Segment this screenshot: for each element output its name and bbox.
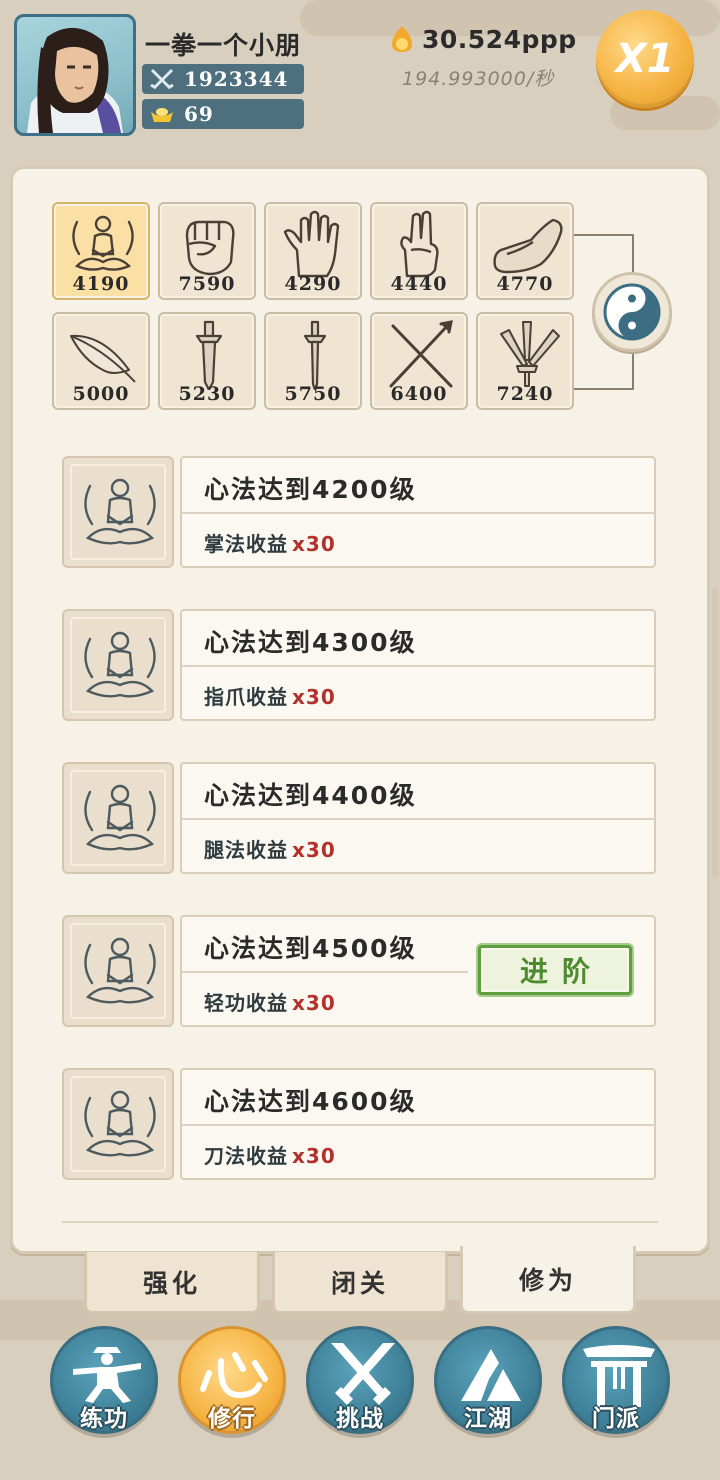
skill-level: 5000 <box>72 383 130 405</box>
milestone-card: 心法达到4600级 刀法收益 x30 <box>180 1068 656 1180</box>
speed-multiplier-button[interactable]: X1 <box>596 10 694 108</box>
skill-level: 5230 <box>178 383 236 405</box>
ingot-value: 69 <box>184 102 214 126</box>
scrollbar[interactable] <box>712 588 718 878</box>
milestone-title: 心法达到4400级 <box>204 781 417 810</box>
milestone-icon-frame <box>62 609 174 721</box>
skill-slot-shoe[interactable]: 4770 <box>476 202 574 300</box>
gold-coin-icon <box>392 26 412 52</box>
gold-value: 30.524ppp <box>422 24 577 54</box>
skill-slot-palm[interactable]: 4290 <box>264 202 362 300</box>
palm-icon <box>283 210 340 278</box>
milestone-icon-frame <box>62 456 174 568</box>
milestone-row: 心法达到4500级 轻功收益 x30 进阶 <box>62 915 658 1027</box>
milestone-card: 心法达到4200级 掌法收益 x30 <box>180 456 656 568</box>
crossed-staff-icon <box>389 320 453 388</box>
tab-cultivation[interactable]: 修为 <box>460 1246 636 1314</box>
skill-level: 7590 <box>178 273 236 295</box>
feather-icon <box>70 334 136 383</box>
skill-slot-meditation[interactable]: 4190 <box>52 202 150 300</box>
fist-icon <box>185 220 235 276</box>
nav-practice[interactable]: 练功 <box>50 1326 158 1434</box>
milestone-reward: 轻功收益 x30 <box>204 991 336 1015</box>
milestone-title: 心法达到4200级 <box>204 475 417 504</box>
skill-slot-broadsword[interactable]: 5230 <box>158 312 256 410</box>
milestone-row: 心法达到4300级 指爪收益 x30 <box>62 609 658 721</box>
skill-level: 4770 <box>496 273 554 295</box>
milestone-card: 心法达到4500级 轻功收益 x30 进阶 <box>180 915 656 1027</box>
advance-button[interactable]: 进阶 <box>478 945 632 995</box>
player-portrait-icon <box>27 27 123 133</box>
player-name: 一拳一个小朋 <box>145 31 302 60</box>
nav-label: 练功 <box>80 1406 128 1432</box>
milestone-row: 心法达到4200级 掌法收益 x30 <box>62 456 658 568</box>
skill-slot-finger[interactable]: 4440 <box>370 202 468 300</box>
milestone-title: 心法达到4600级 <box>204 1087 417 1116</box>
skill-slot-dagger[interactable]: 7240 <box>476 312 574 410</box>
daggers-icon <box>500 321 560 387</box>
combat-power-value: 1923344 <box>184 67 289 91</box>
milestone-reward: 刀法收益 x30 <box>204 1144 336 1168</box>
skill-level: 5750 <box>284 383 342 405</box>
milestone-card: 心法达到4400级 腿法收益 x30 <box>180 762 656 874</box>
milestone-card: 心法达到4300级 指爪收益 x30 <box>180 609 656 721</box>
skill-level: 4440 <box>390 273 448 295</box>
milestone-reward: 掌法收益 x30 <box>204 532 336 556</box>
meditation-icon <box>84 937 156 1004</box>
nav-label: 门派 <box>592 1406 640 1432</box>
nav-jianghu[interactable]: 江湖 <box>434 1326 542 1434</box>
skill-slot-staff[interactable]: 6400 <box>370 312 468 410</box>
broadsword-icon <box>195 320 223 390</box>
gold-display: 30.524ppp <box>388 24 577 54</box>
milestone-icon-frame <box>62 762 174 874</box>
nav-label: 挑战 <box>336 1406 384 1432</box>
nav-challenge[interactable]: 挑战 <box>306 1326 414 1434</box>
milestone-reward: 腿法收益 x30 <box>204 838 336 862</box>
gold-ingot-icon <box>148 102 176 126</box>
nav-label: 江湖 <box>464 1406 512 1432</box>
skill-slot-feather[interactable]: 5000 <box>52 312 150 410</box>
shoe-icon <box>493 218 563 274</box>
ingot-pill: 69 <box>142 99 304 129</box>
yin-yang-button[interactable] <box>592 272 672 352</box>
skill-level: 4290 <box>284 273 342 295</box>
tab-seclusion[interactable]: 闭关 <box>272 1252 448 1314</box>
milestone-row-partial <box>62 1221 658 1241</box>
skill-level: 4190 <box>72 273 130 295</box>
milestone-icon-frame <box>62 1068 174 1180</box>
milestone-row: 心法达到4400级 腿法收益 x30 <box>62 762 658 874</box>
skill-level: 6400 <box>390 383 448 405</box>
skill-level: 7240 <box>496 383 554 405</box>
meditation-icon <box>72 215 134 271</box>
connector-line <box>574 350 634 390</box>
milestone-title: 心法达到4500级 <box>204 934 417 963</box>
nav-sect[interactable]: 门派 <box>562 1326 670 1434</box>
meditation-icon <box>84 784 156 851</box>
milestone-row: 心法达到4600级 刀法收益 x30 <box>62 1068 658 1180</box>
meditation-icon <box>84 478 156 545</box>
nav-cultivate[interactable]: 修行 <box>178 1326 286 1434</box>
gold-rate: 194.993000/秒 <box>402 68 555 90</box>
connector-line <box>574 234 634 274</box>
meditation-icon <box>84 631 156 698</box>
tab-strengthen[interactable]: 强化 <box>84 1252 260 1314</box>
player-avatar[interactable] <box>14 14 136 136</box>
finger-icon <box>400 210 439 278</box>
milestone-title: 心法达到4300级 <box>204 628 417 657</box>
skill-slot-sword[interactable]: 5750 <box>264 312 362 410</box>
crossed-swords-icon <box>148 67 176 91</box>
combat-power-pill: 1923344 <box>142 64 304 94</box>
yin-yang-icon <box>603 283 661 341</box>
meditation-icon <box>84 1090 156 1157</box>
nav-label: 修行 <box>208 1406 256 1432</box>
skill-slot-fist[interactable]: 7590 <box>158 202 256 300</box>
sword-icon <box>303 320 327 390</box>
milestone-icon-frame <box>62 915 174 1027</box>
milestone-reward: 指爪收益 x30 <box>204 685 336 709</box>
